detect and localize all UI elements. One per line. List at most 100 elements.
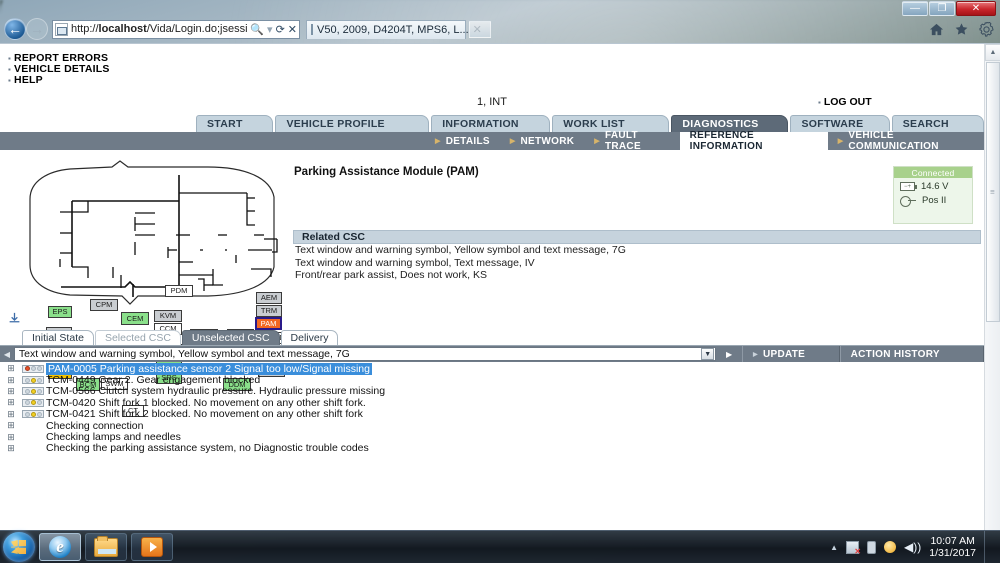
address-bar[interactable]: http://localhost/Vida/Login.do;jsessioni… [52, 19, 300, 39]
taskbar-media-player-button[interactable] [131, 533, 173, 561]
status-lights-icon [22, 364, 46, 373]
chevron-right-icon: ▶ [837, 138, 844, 145]
subtab-details[interactable]: ▶ DETAILS [425, 132, 500, 150]
system-tray: ▲ ◀)) 10:07 AM 1/31/2017 [830, 530, 1000, 563]
address-bar-buttons: 🔍 ▾ ⟳ ✕ [250, 23, 297, 36]
dtc-row-label: Checking lamps and needles [46, 431, 181, 444]
dtc-list-row[interactable]: ⊞ Checking the parking assistance system,… [0, 442, 984, 454]
diagram-node-layer: PDMCPMEPSCEMKVMAEMTRMPAMHCMCCMMMMRDARAUD… [8, 157, 290, 417]
diagram-node-eps[interactable]: EPS [48, 306, 72, 318]
subtab-reference-information[interactable]: ▶ REFERENCE INFORMATION [679, 130, 828, 152]
diagram-node-pam[interactable]: PAM [255, 317, 282, 330]
diagram-node-cem[interactable]: CEM [121, 312, 149, 325]
windows-start-icon[interactable] [3, 532, 35, 562]
module-title: Parking Assistance Module (PAM) [294, 166, 479, 178]
related-csc-item[interactable]: Text window and warning symbol, Text mes… [293, 257, 981, 270]
browser-tab[interactable]: V50, 2009, D4204T, MPS6, L... ✕ [306, 19, 482, 39]
subtab-vehicle-communication[interactable]: ▶ VEHICLE COMMUNICATION [828, 130, 984, 152]
diagram-node-cpm[interactable]: CPM [90, 299, 118, 311]
dtc-list-row[interactable]: ⊞ PAM-0005 Parking assistance sensor 2 Si… [0, 362, 984, 375]
run-csc-button[interactable]: ▶ [716, 350, 742, 359]
diagram-node-pdm[interactable]: PDM [165, 285, 193, 297]
state-tab-delivery[interactable]: Delivery [280, 330, 339, 345]
expand-node-icon[interactable]: ⊞ [0, 443, 22, 454]
chevron-down-icon[interactable]: ▼ [701, 348, 715, 360]
diagram-node-label: PDM [170, 286, 188, 296]
download-icon[interactable] [8, 312, 22, 326]
show-hidden-icons-icon[interactable]: ▲ [830, 543, 838, 552]
page-scrollbar[interactable]: ▲ [984, 44, 1000, 530]
dtc-list-row[interactable]: ⊞ TCM-0421 Shift fork 2 blocked. No movem… [0, 408, 984, 420]
related-csc-item[interactable]: Text window and warning symbol, Yellow s… [293, 244, 981, 257]
speaker-icon[interactable]: ◀)) [904, 540, 921, 554]
forward-button[interactable]: → [26, 18, 48, 40]
clock-date: 1/31/2017 [929, 547, 976, 559]
expand-node-icon[interactable]: ⊞ [0, 432, 22, 443]
diagram-node-label: PAM [260, 318, 277, 328]
clock-time: 10:07 AM [930, 535, 975, 547]
browser-toolbar-right [929, 21, 994, 37]
star-icon[interactable] [954, 22, 969, 37]
subtab-fault-trace[interactable]: ▶ FAULT TRACE [584, 130, 679, 152]
csc-selection-bar: ◀ Text window and warning symbol, Yellow… [0, 346, 984, 362]
new-tab-button[interactable] [469, 20, 491, 38]
subtab-network[interactable]: ▶ NETWORK [500, 132, 584, 150]
tab-information[interactable]: INFORMATION [431, 115, 551, 132]
restore-button[interactable]: ❐ [929, 1, 955, 16]
action-history-button[interactable]: ACTION HISTORY [839, 346, 984, 362]
state-tab-initial-state[interactable]: Initial State [22, 330, 94, 345]
chevron-right-icon: ▶ [435, 138, 441, 145]
update-button[interactable]: ▶ UPDATE [742, 346, 840, 362]
back-button[interactable]: ← [4, 18, 26, 40]
browser-navigation-bar: ← → http://localhost/Vida/Login.do;jsess… [0, 18, 1000, 40]
expand-node-icon[interactable]: ⊞ [0, 375, 22, 386]
taskbar-internet-explorer-button[interactable]: e [39, 533, 81, 561]
related-csc-item[interactable]: Front/rear park assist, Does not work, K… [293, 269, 981, 282]
home-icon[interactable] [929, 22, 944, 37]
expand-node-icon[interactable]: ⊞ [0, 386, 22, 397]
dtc-list-row[interactable]: ⊞ Checking connection [0, 420, 984, 432]
stop-icon[interactable]: ✕ [288, 23, 297, 36]
tab-favicon-icon [311, 24, 313, 35]
expand-node-icon[interactable]: ⊞ [0, 397, 22, 408]
battery-voltage-value: 14.6 V [921, 181, 949, 192]
previous-csc-button[interactable]: ◀ [0, 346, 14, 362]
close-window-button[interactable]: ✕ [956, 1, 996, 16]
dtc-row-label: TCM-0420 Shift fork 1 blocked. No moveme… [46, 396, 366, 409]
logout-link[interactable]: ▪ LOG OUT [818, 96, 872, 108]
window-controls: — ❐ ✕ [902, 1, 996, 16]
dtc-list-row[interactable]: ⊞ TCM-0420 Shift fork 1 blocked. No movem… [0, 396, 984, 409]
show-desktop-button[interactable] [984, 530, 994, 563]
state-tab-unselected-csc[interactable]: Unselected CSC [181, 330, 280, 345]
taskbar-clock[interactable]: 10:07 AM 1/31/2017 [929, 535, 976, 559]
expand-node-icon[interactable]: ⊞ [0, 363, 22, 374]
chevron-right-icon: ▶ [753, 351, 758, 358]
taskbar-file-explorer-button[interactable] [85, 533, 127, 561]
dtc-list-row[interactable]: ⊞ TCM-0449 Gear 2. Gear engagement blocke… [0, 374, 984, 386]
scrollbar-thumb[interactable] [986, 62, 1000, 322]
scroll-up-arrow[interactable]: ▲ [985, 44, 1000, 61]
search-icon[interactable]: 🔍 [250, 23, 264, 36]
help-link[interactable]: ▪ HELP [8, 74, 43, 86]
refresh-icon[interactable]: ⟳ [276, 23, 285, 36]
vehicle-network-diagram[interactable]: PDMCPMEPSCEMKVMAEMTRMPAMHCMCCMMMMRDARAUD… [8, 157, 290, 417]
expand-node-icon[interactable]: ⊞ [0, 420, 22, 431]
diagram-node-aem[interactable]: AEM [256, 292, 282, 304]
battery-voltage-row: −+ 14.6 V [894, 178, 972, 192]
related-csc-header: Related CSC [293, 230, 981, 244]
flag-icon[interactable] [846, 540, 861, 556]
expand-node-icon[interactable]: ⊞ [0, 409, 22, 420]
tab-vehicle-profile[interactable]: VEHICLE PROFILE [275, 115, 430, 132]
diagram-node-trm[interactable]: TRM [256, 305, 282, 317]
diagram-node-kvm[interactable]: KVM [154, 310, 182, 322]
usb-icon[interactable] [867, 540, 877, 554]
address-dropdown-icon[interactable]: ▾ [267, 23, 273, 36]
dtc-list-row[interactable]: ⊞ TCM-0566 Clutch system hydraulic pressu… [0, 385, 984, 397]
state-tab-selected-csc[interactable]: Selected CSC [94, 330, 181, 345]
dtc-list-row[interactable]: ⊞ Checking lamps and needles [0, 431, 984, 444]
minimize-button[interactable]: — [902, 1, 928, 16]
gear-icon[interactable] [979, 21, 994, 37]
tab-start[interactable]: START [196, 115, 274, 132]
sun-icon[interactable] [884, 541, 897, 553]
csc-dropdown[interactable]: Text window and warning symbol, Yellow s… [13, 347, 717, 361]
